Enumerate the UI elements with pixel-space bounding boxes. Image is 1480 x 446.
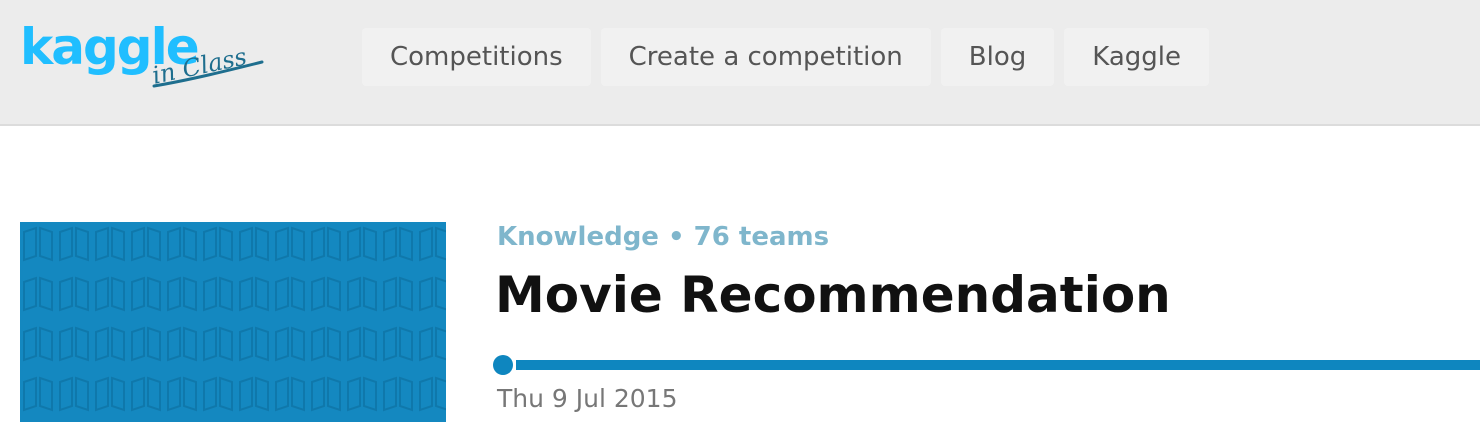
nav-competitions-label: Competitions xyxy=(390,42,563,72)
nav-kaggle-label: Kaggle xyxy=(1092,42,1182,72)
competition-banner-image[interactable] xyxy=(20,222,446,422)
kaggle-in-class-logo[interactable]: kaggle in Class xyxy=(20,18,270,98)
timeline-start-dot xyxy=(493,355,513,375)
nav-create-competition-label: Create a competition xyxy=(628,42,903,72)
nav-competitions[interactable]: Competitions xyxy=(362,28,591,86)
nav-create-competition[interactable]: Create a competition xyxy=(600,28,931,86)
nav-blog[interactable]: Blog xyxy=(940,28,1055,86)
nav-kaggle[interactable]: Kaggle xyxy=(1064,28,1210,86)
competition-title[interactable]: Movie Recommendation xyxy=(495,266,1171,324)
competition-meta: Knowledge • 76 teams xyxy=(497,222,830,252)
timeline-progress-bar xyxy=(516,360,1480,370)
top-header: kaggle in Class Competitions Create a co… xyxy=(0,0,1480,126)
nav-blog-label: Blog xyxy=(968,42,1027,72)
main-nav: Competitions Create a competition Blog K… xyxy=(362,28,1210,86)
competition-start-date: Thu 9 Jul 2015 xyxy=(497,384,678,413)
